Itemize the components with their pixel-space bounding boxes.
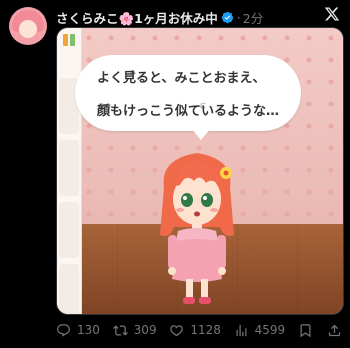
repost-icon [112,324,128,336]
dialogue-text: 似 [175,104,189,119]
x-logo-icon[interactable] [324,6,340,22]
views-icon [236,324,247,336]
repost-button[interactable]: 309 [112,323,157,338]
action-bar: 130 309 1128 4599 [56,320,342,340]
side-panel-slot [59,202,79,258]
dialogue-text: よく [97,71,124,86]
reply-count: 130 [77,323,100,337]
dialogue-line-2: 顔もけっこう似ているような… [97,101,279,123]
author-avatar[interactable] [9,7,47,45]
heart-icon [170,324,184,336]
anime-character [160,153,234,304]
repost-count: 309 [133,323,157,337]
speech-bubble-tail [191,128,211,140]
dialogue-text: 顔 [97,104,111,119]
bookmark-icon[interactable] [298,323,313,338]
side-panel-slot [59,264,79,314]
reply-icon [57,323,70,337]
display-name[interactable]: さくらみこ🌸1ヶ月お休み中 [56,8,218,27]
views-button[interactable]: 4599 [234,323,286,338]
secondary-actions [298,323,342,338]
share-icon[interactable] [327,323,342,338]
view-count: 4599 [254,323,286,337]
side-panel [57,28,82,314]
dialogue-text: ているような… [188,104,280,119]
reply-button[interactable]: 130 [56,323,100,338]
avatar-face [19,20,37,38]
like-button[interactable]: 1128 [169,323,221,338]
post-time[interactable]: 2分 [243,8,263,27]
verified-badge-icon [221,11,233,23]
post-header: さくらみこ🌸1ヶ月お休み中 · 2分 [56,7,310,27]
pencil-icon [63,34,75,46]
dialogue-line-1: よく見ると、みことおまえ、 [97,68,266,90]
speech-bubble: み かお に よく見ると、みことおまえ、 顔もけっこう似ているような… [75,55,301,131]
dialogue-text: ると、みことおまえ、 [136,71,266,86]
post-media[interactable]: み かお に よく見ると、みことおまえ、 顔もけっこう似ているような… [56,27,344,315]
separator-dot: · [236,9,241,25]
dialogue-text: 見 [123,71,137,86]
side-panel-slot [59,140,79,196]
dialogue-text: もけっこう [110,104,176,119]
like-count: 1128 [190,323,221,337]
